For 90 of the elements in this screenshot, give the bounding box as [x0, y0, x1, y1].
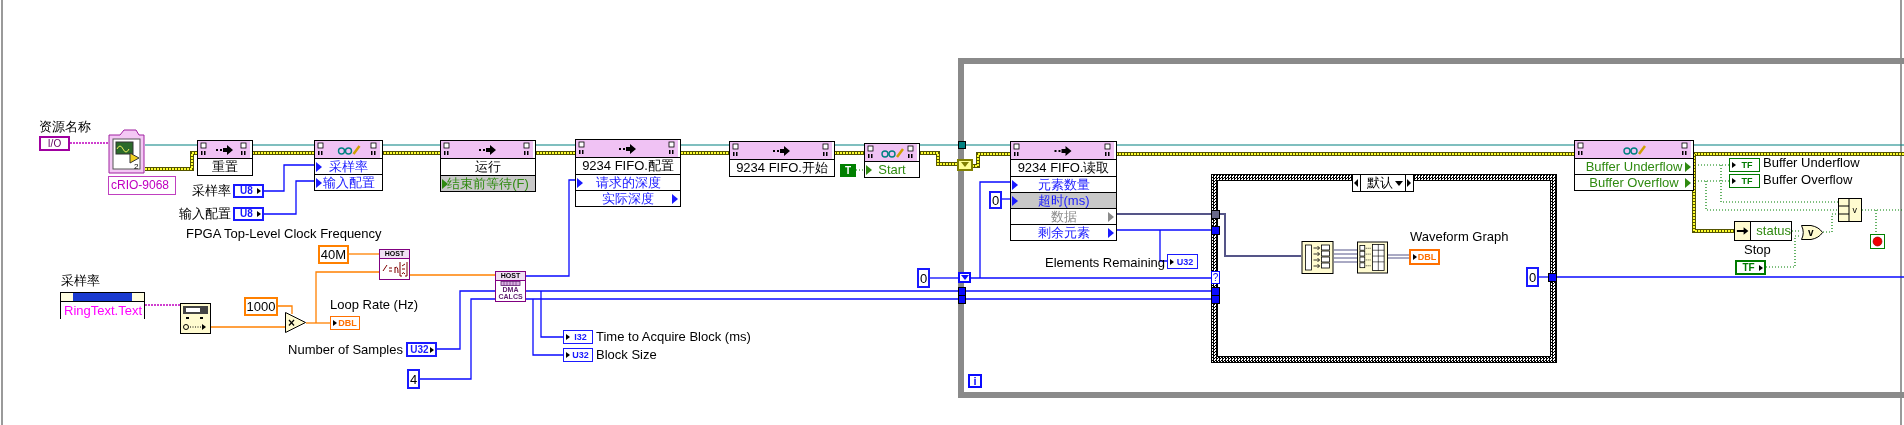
control-terminal[interactable]: U32 — [406, 342, 437, 357]
formula-icon — [380, 259, 409, 279]
wire — [1333, 253, 1358, 255]
target-label: cRIO-9068 — [108, 176, 176, 195]
node-terminal[interactable]: Buffer Overflow — [1575, 174, 1693, 190]
stop-terminal-icon[interactable] — [1870, 234, 1885, 249]
node-terminal[interactable]: Buffer Underflow — [1575, 158, 1693, 174]
wire — [436, 290, 496, 350]
wire — [929, 277, 959, 279]
wire — [1333, 261, 1358, 263]
method-node[interactable]: 9234 FIFO.开始 — [729, 141, 835, 177]
node-header — [315, 141, 380, 158]
conversion-node[interactable] — [180, 303, 211, 334]
wire — [348, 253, 380, 255]
indicator-terminal[interactable]: TF — [1729, 158, 1760, 172]
node-terminal[interactable]: 实际深度 — [576, 190, 680, 206]
constant[interactable]: 0 — [989, 191, 1002, 209]
terminal-label: 输入配置 — [179, 206, 231, 221]
io-constant[interactable]: I/O — [39, 136, 70, 151]
wire — [1822, 213, 1839, 233]
build-array-icon[interactable] — [1357, 241, 1388, 274]
case-selector[interactable]: 默认 — [1352, 174, 1414, 192]
node-title: 重置 — [198, 158, 252, 175]
or-gate[interactable]: v — [1801, 225, 1823, 240]
node-terminal[interactable]: 输入配置 — [315, 174, 382, 190]
multiply-node[interactable]: × — [285, 312, 306, 333]
node-terminal[interactable]: 数据 — [1011, 208, 1116, 224]
shift-register — [957, 159, 973, 171]
node-title: 9234 FIFO.读取 — [1011, 159, 1116, 176]
terminal-label: Loop Rate (Hz) — [330, 297, 419, 312]
constant[interactable]: 0 — [917, 268, 930, 288]
method-node[interactable]: 9234 FIFO.配置 请求的深度 实际深度 — [575, 139, 681, 207]
constant-label: FPGA Top-Level Clock Frequency — [186, 226, 382, 241]
wire — [263, 164, 315, 192]
target-icon[interactable]: 2 — [108, 129, 145, 174]
constant[interactable]: 1000 — [244, 297, 278, 316]
method-node[interactable]: 运行 结束前等待(F) — [440, 140, 536, 192]
wire — [1333, 257, 1358, 259]
property-node[interactable]: Buffer Underflow Buffer Overflow — [1574, 140, 1694, 191]
control-terminal[interactable]: TF — [1735, 260, 1766, 275]
indicator-terminal[interactable]: I32 — [563, 330, 593, 344]
constant[interactable]: 4 — [407, 369, 420, 389]
case-selector-terminal: ? — [1211, 271, 1220, 284]
constant[interactable]: 40M — [318, 245, 349, 264]
shift-register — [958, 272, 971, 283]
property-node[interactable]: Start — [864, 143, 920, 178]
compound-or-node[interactable]: v — [1838, 198, 1862, 222]
node-title: 9234 FIFO.开始 — [730, 159, 834, 176]
wire — [144, 304, 181, 306]
indicator-terminal[interactable]: TF — [1729, 174, 1760, 188]
iteration-terminal: i — [968, 374, 982, 388]
terminal-label: 采样率 — [192, 183, 231, 198]
unbundle-node[interactable]: status — [1734, 221, 1792, 241]
constant-label: 资源名称 — [39, 119, 91, 134]
node-terminal[interactable]: Start — [865, 161, 919, 177]
cluster-field: status — [1751, 222, 1791, 240]
node-terminal[interactable]: 超时(ms) — [1011, 192, 1116, 208]
node-title: 9234 FIFO.配置 — [576, 157, 680, 174]
terminal-label: 采样率 — [61, 273, 100, 288]
constant[interactable]: 0 — [1526, 267, 1539, 287]
terminal-label: Block Size — [596, 347, 657, 362]
terminal-label: Time to Acquire Block (ms) — [596, 329, 751, 344]
shift-register — [1548, 273, 1557, 282]
array-index-icon[interactable] — [1301, 241, 1334, 274]
property-node[interactable]: 采样率 输入配置 — [314, 140, 383, 191]
control-terminal[interactable]: U8 — [233, 207, 264, 221]
wire — [277, 305, 293, 315]
method-node[interactable]: 重置 — [197, 140, 253, 176]
node-terminal[interactable]: 采样率 — [315, 158, 382, 174]
control-terminal[interactable]: U8 — [233, 184, 264, 198]
wire — [263, 180, 315, 215]
terminal-label: Stop — [1744, 242, 1771, 257]
wire — [1791, 230, 1802, 232]
indicator-terminal[interactable]: U32 — [563, 348, 593, 362]
node-header — [198, 141, 250, 158]
method-node[interactable]: 9234 FIFO.读取 元素数量 超时(ms) 数据 剩余元素 — [1010, 141, 1117, 241]
indicator-terminal[interactable]: U32 — [1167, 254, 1198, 269]
terminal-label: Buffer Underflow — [1763, 155, 1860, 170]
loop-tunnel — [958, 141, 966, 149]
wire — [1333, 249, 1358, 251]
node-terminal[interactable]: 请求的深度 — [576, 174, 680, 190]
terminal-label: Number of Samples — [288, 342, 403, 357]
node-terminal[interactable]: 剩余元素 — [1011, 224, 1116, 240]
wire — [69, 142, 109, 144]
terminal-label: Elements Remaining — [1045, 255, 1165, 270]
constant[interactable]: T — [840, 164, 856, 177]
wire — [1538, 276, 1549, 278]
node-header — [865, 144, 917, 161]
terminal-label: Waveform Graph — [1410, 229, 1509, 244]
terminal-label: Buffer Overflow — [1763, 172, 1853, 187]
